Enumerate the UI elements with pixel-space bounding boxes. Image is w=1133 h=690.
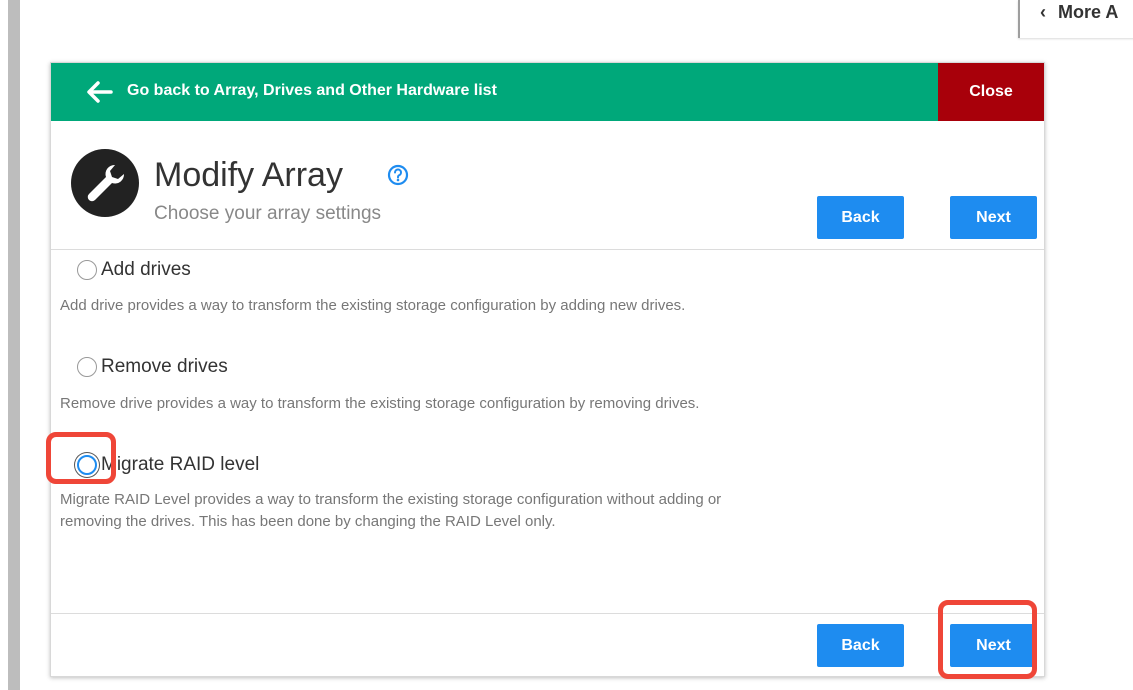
back-arrow-icon — [87, 81, 113, 103]
back-button-bottom[interactable]: Back — [817, 624, 904, 667]
highlight-next-button — [938, 600, 1037, 679]
go-back-label: Go back to Array, Drives and Other Hardw… — [127, 82, 497, 99]
left-edge-bar — [8, 0, 20, 690]
add-drives-label: Add drives — [101, 259, 191, 280]
wrench-icon — [71, 149, 139, 217]
go-back-bar[interactable]: Go back to Array, Drives and Other Hardw… — [51, 63, 938, 121]
migrate-raid-label: Migrate RAID level — [101, 454, 260, 475]
panel-footer: Back Next — [51, 613, 1044, 677]
chevron-left-icon: ‹ — [1040, 2, 1046, 22]
help-icon[interactable] — [387, 164, 409, 186]
highlight-migrate-radio — [46, 432, 116, 484]
page-subtitle: Choose your array settings — [154, 203, 382, 224]
remove-drives-radio[interactable] — [77, 357, 97, 377]
page-title: Modify Array — [154, 156, 343, 194]
remove-drives-label: Remove drives — [101, 356, 228, 377]
back-button-top[interactable]: Back — [817, 196, 904, 239]
more-tab-label: More A — [1058, 2, 1119, 22]
more-actions-tab[interactable]: ‹ More A — [1018, 0, 1133, 38]
add-drives-description: Add drive provides a way to transform th… — [60, 297, 686, 314]
next-button-top[interactable]: Next — [950, 196, 1037, 239]
modify-array-panel: Go back to Array, Drives and Other Hardw… — [50, 62, 1045, 677]
close-button[interactable]: Close — [938, 63, 1044, 121]
add-drives-radio[interactable] — [77, 260, 97, 280]
remove-drives-description: Remove drive provides a way to transform… — [60, 395, 700, 412]
migrate-raid-description: Migrate RAID Level provides a way to tra… — [60, 491, 722, 530]
